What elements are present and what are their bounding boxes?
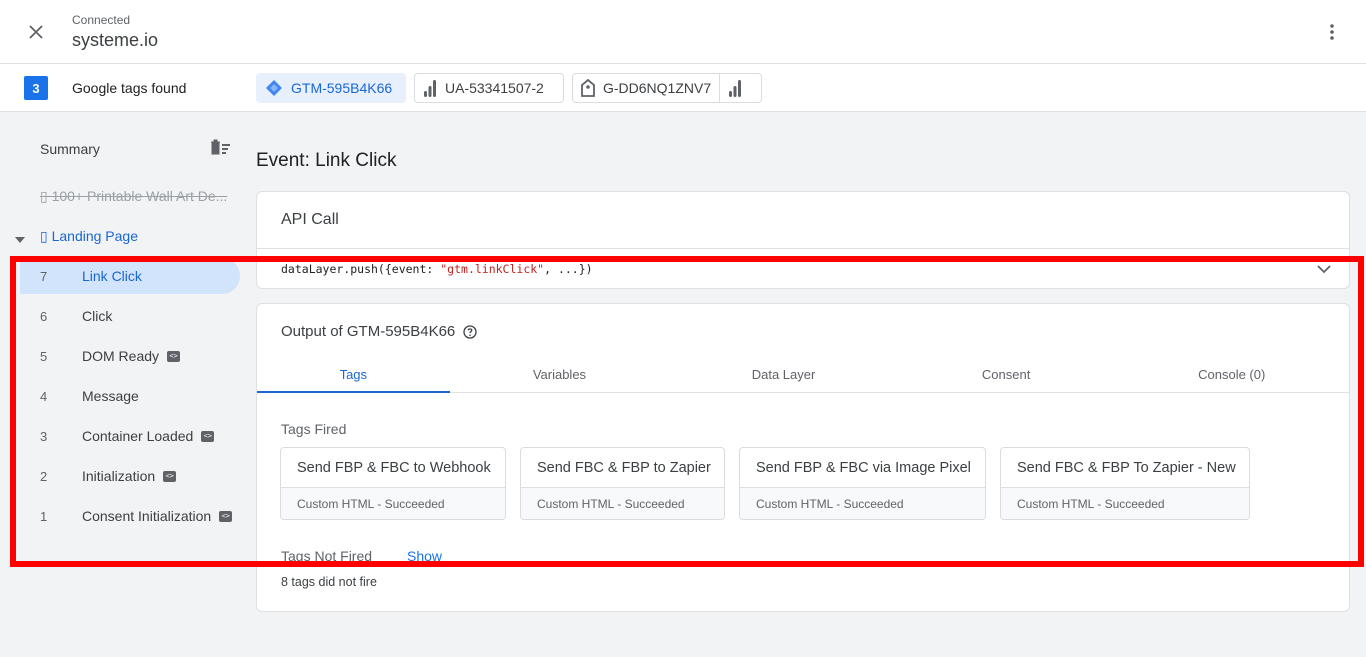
summary-item[interactable]: Summary [40, 141, 100, 157]
output-card: Output of GTM-595B4K66 Tags Variables Da… [256, 303, 1350, 612]
tag-name: Send FBP & FBC to Webhook [281, 448, 505, 488]
tag-status: Custom HTML - Succeeded [281, 488, 505, 519]
code-icon: <> [163, 470, 177, 482]
tag-chip-gtm[interactable]: GTM-595B4K66 [256, 73, 406, 103]
more-vert-icon[interactable] [1330, 24, 1334, 40]
code-icon: <> [219, 510, 233, 522]
event-label: Initialization [82, 468, 156, 484]
close-button[interactable] [22, 18, 50, 46]
tab-tags[interactable]: Tags [257, 356, 450, 393]
tag-chip-label: UA-53341507-2 [445, 80, 544, 96]
connection-status: Connected [72, 13, 131, 27]
gtm-diamond-icon [265, 79, 283, 97]
fired-tag-card[interactable]: Send FBC & FBP to Zapier Custom HTML - S… [520, 447, 725, 520]
code-text: dataLayer.push({event: [281, 262, 441, 276]
event-label: Link Click [82, 268, 142, 284]
event-item-initialization[interactable]: 2 Initialization <> [20, 458, 240, 494]
fired-tag-card[interactable]: Send FBP & FBC via Image Pixel Custom HT… [739, 447, 986, 520]
code-icon: <> [167, 350, 181, 362]
event-number: 3 [40, 428, 48, 444]
event-item-link-click[interactable]: 7 Link Click [20, 258, 240, 294]
event-number: 1 [40, 508, 48, 524]
tag-name: Send FBC & FBP To Zapier - New [1001, 448, 1249, 488]
tag-status: Custom HTML - Succeeded [740, 488, 985, 519]
collapse-page-button[interactable] [14, 232, 26, 245]
show-not-fired-link[interactable]: Show [407, 548, 442, 564]
tags-fired-heading: Tags Fired [281, 421, 347, 437]
event-number: 5 [40, 348, 48, 364]
tag-count-badge: 3 [24, 76, 48, 100]
close-icon[interactable] [28, 24, 44, 40]
event-label: Click [82, 308, 113, 324]
code-string: "gtm.linkClick" [440, 262, 545, 276]
event-label: Message [82, 388, 139, 404]
analytics-bars-icon [728, 79, 742, 97]
api-call-title: API Call [281, 211, 339, 228]
event-item-message[interactable]: 4 Message [20, 378, 240, 414]
help-icon[interactable] [463, 324, 477, 339]
event-item-consent-initialization[interactable]: 1 Consent Initialization <> [20, 498, 240, 534]
api-call-code: dataLayer.push({event: "gtm.linkClick", … [281, 262, 593, 276]
fired-tag-card[interactable]: Send FBC & FBP To Zapier - New Custom HT… [1000, 447, 1250, 520]
tag-chip-ga4[interactable]: G-DD6NQ1ZNV7 [572, 73, 762, 103]
event-item-container-loaded[interactable]: 3 Container Loaded <> [20, 418, 240, 454]
tab-consent[interactable]: Consent [898, 356, 1115, 392]
code-icon: <> [201, 430, 215, 442]
not-fired-count: 8 tags did not fire [281, 575, 377, 589]
api-call-card: API Call dataLayer.push({event: "gtm.lin… [256, 191, 1350, 289]
output-title: Output of GTM-595B4K66 [281, 323, 477, 340]
event-label: DOM Ready [82, 348, 160, 364]
output-title-text: Output of GTM-595B4K66 [281, 323, 456, 340]
chevron-down-icon[interactable] [1317, 264, 1331, 274]
current-page-item[interactable]: ▯ Landing Page [40, 228, 138, 245]
divider [257, 248, 1349, 249]
clear-messages-button[interactable] [208, 138, 232, 160]
event-number: 2 [40, 468, 48, 484]
event-number: 4 [40, 388, 48, 404]
tag-status: Custom HTML - Succeeded [521, 488, 724, 519]
google-tag-icon [581, 79, 595, 97]
tags-found-label: Google tags found [72, 80, 187, 96]
code-text: , ...}) [544, 262, 593, 276]
event-label: Container Loaded [82, 428, 194, 444]
previous-page-item[interactable]: ▯ 100+ Printable Wall Art De... [40, 188, 230, 205]
chip-divider [719, 74, 721, 102]
output-tabs: Tags Variables Data Layer Consent Consol… [257, 356, 1349, 393]
expand-api-call-button[interactable] [1317, 261, 1331, 274]
caret-down-icon[interactable] [14, 235, 26, 245]
tag-name: Send FBP & FBC via Image Pixel [740, 448, 985, 488]
tag-chip-ua[interactable]: UA-53341507-2 [414, 73, 564, 103]
tab-data-layer[interactable]: Data Layer [669, 356, 898, 392]
top-bar [0, 0, 1366, 64]
tags-not-fired-heading: Tags Not Fired [281, 548, 373, 564]
event-title: Event: Link Click [256, 150, 397, 171]
event-item-dom-ready[interactable]: 5 DOM Ready <> [20, 338, 240, 374]
site-name: systeme.io [72, 30, 159, 50]
analytics-bars-icon [423, 79, 437, 97]
tag-status: Custom HTML - Succeeded [1001, 488, 1249, 519]
tab-console[interactable]: Console (0) [1114, 356, 1349, 392]
event-number: 7 [40, 268, 48, 284]
tag-chip-label: G-DD6NQ1ZNV7 [603, 80, 712, 96]
tag-chip-label: GTM-595B4K66 [291, 80, 393, 96]
tag-name: Send FBC & FBP to Zapier [521, 448, 724, 488]
more-options-button[interactable] [1320, 20, 1344, 44]
event-label: Consent Initialization [82, 508, 212, 524]
tab-variables[interactable]: Variables [450, 356, 670, 392]
delete-sweep-icon[interactable] [208, 138, 232, 156]
event-number: 6 [40, 308, 48, 324]
event-item-click[interactable]: 6 Click [20, 298, 240, 334]
fired-tag-card[interactable]: Send FBP & FBC to Webhook Custom HTML - … [280, 447, 506, 520]
